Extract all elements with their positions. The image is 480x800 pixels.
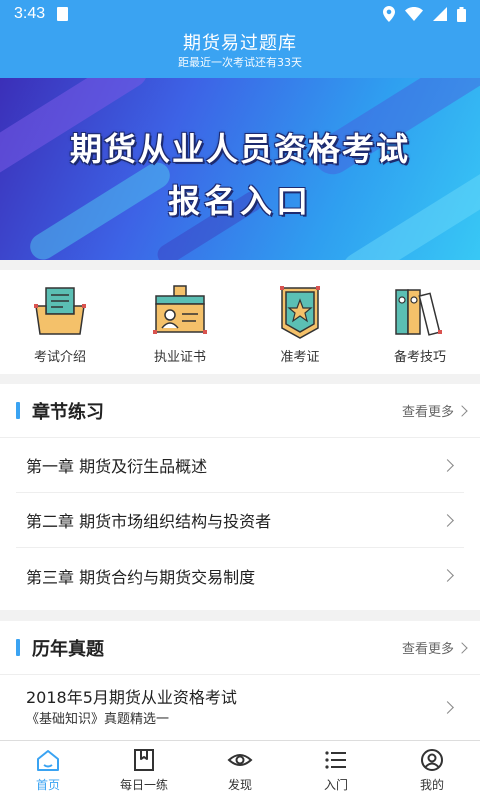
list-icon <box>325 751 346 769</box>
quick-entry-admission-ticket[interactable]: 准考证 <box>240 270 360 374</box>
location-icon <box>383 6 395 22</box>
exam-intro-icon <box>34 287 86 335</box>
view-more-label: 查看更多 <box>401 642 454 657</box>
chapter-item-label: 第三章 期货合约与期货交易制度 <box>26 567 256 587</box>
chevron-right-icon <box>456 404 468 417</box>
section-title: 章节练习 <box>32 401 104 423</box>
chapter-item[interactable]: 第二章 期货市场组织结构与投资者 <box>16 493 464 548</box>
past-exams-section: 历年真题 查看更多 2018年5月期货从业资格考试 《基础知识》真题精选一 <box>0 621 480 740</box>
exam-countdown: 距最近一次考试还有33天 <box>178 56 302 69</box>
chevron-right-icon <box>441 513 454 527</box>
banner-subtitle: 报名入口 <box>167 182 312 220</box>
status-icons <box>383 6 466 22</box>
eye-icon <box>227 754 253 766</box>
nav-label: 首页 <box>35 778 60 792</box>
nav-mine[interactable]: 我的 <box>384 741 480 800</box>
nav-label: 入门 <box>323 778 348 792</box>
view-more-label: 查看更多 <box>401 405 454 420</box>
banner-title: 期货从业人员资格考试 <box>69 130 410 168</box>
chevron-right-icon <box>441 569 454 582</box>
quick-entry-grid: 考试介绍 执业证书 准考证 备考技巧 <box>0 270 480 374</box>
past-exam-text: 2018年5月期货从业资格考试 《基础知识》真题精选一 <box>26 687 237 731</box>
user-icon <box>421 749 443 771</box>
chevron-right-icon <box>456 641 468 654</box>
chapter-practice-section: 章节练习 查看更多 第一章 期货及衍生品概述 第二章 期货市场组织结构与投资者 … <box>0 384 480 610</box>
quick-entry-label: 考试介绍 <box>33 350 86 365</box>
nav-daily-practice[interactable]: 每日一练 <box>96 741 192 800</box>
home-icon <box>37 750 59 771</box>
bookmark-book-icon <box>134 749 154 771</box>
quick-entry-label: 执业证书 <box>153 350 206 365</box>
status-bar: 3:43 <box>0 0 480 28</box>
nav-discover[interactable]: 发现 <box>192 741 288 800</box>
bottom-nav: 首页 每日一练 发现 入门 我的 <box>0 740 480 800</box>
chevron-right-icon <box>441 458 454 472</box>
study-tips-icon <box>395 289 442 336</box>
quick-entry-certificate[interactable]: 执业证书 <box>120 270 240 374</box>
nav-home[interactable]: 首页 <box>0 741 96 800</box>
view-more-button[interactable]: 查看更多 <box>401 401 468 420</box>
nav-intro[interactable]: 入门 <box>288 741 384 800</box>
page-title: 期货易过题库 <box>183 33 297 54</box>
signal-icon <box>433 7 447 21</box>
chevron-right-icon <box>441 701 454 714</box>
chapter-item[interactable]: 第三章 期货合约与期货交易制度 <box>16 548 464 603</box>
chapter-item-label: 第一章 期货及衍生品概述 <box>26 457 208 476</box>
nav-label: 我的 <box>419 778 444 792</box>
admission-ticket-icon <box>280 286 320 339</box>
section-title: 历年真题 <box>32 638 104 660</box>
section-header: 章节练习 查看更多 <box>0 384 480 438</box>
quick-entry-label: 备考技巧 <box>393 350 446 365</box>
battery-icon <box>457 6 466 22</box>
nav-label: 发现 <box>227 778 252 792</box>
registration-banner[interactable]: 期货从业人员资格考试 报名入口 <box>0 78 480 260</box>
quick-entry-exam-intro[interactable]: 考试介绍 <box>0 270 120 374</box>
app-header: 期货易过题库 距最近一次考试还有33天 <box>0 28 480 78</box>
quick-entry-label: 准考证 <box>280 350 320 365</box>
section-accent-bar <box>16 402 20 419</box>
view-more-button[interactable]: 查看更多 <box>401 638 468 657</box>
past-exam-title: 2018年5月期货从业资格考试 <box>26 688 237 707</box>
app-screen: 3:43 期货易过题库 距最近一次考试还有33天 期货从业人员资格考试 报名入口 <box>0 0 480 800</box>
chapter-item-label: 第二章 期货市场组织结构与投资者 <box>26 512 272 531</box>
status-time: 3:43 <box>14 5 46 22</box>
sd-card-icon <box>57 7 69 21</box>
section-header: 历年真题 查看更多 <box>0 621 480 675</box>
quick-entry-study-tips[interactable]: 备考技巧 <box>360 270 480 374</box>
nav-label: 每日一练 <box>119 778 168 792</box>
certificate-icon <box>153 285 207 334</box>
chapter-item[interactable]: 第一章 期货及衍生品概述 <box>16 438 464 493</box>
past-exam-item[interactable]: 2018年5月期货从业资格考试 《基础知识》真题精选一 <box>16 675 464 731</box>
wifi-icon <box>405 7 423 21</box>
past-exam-subtitle: 《基础知识》真题精选一 <box>26 712 170 727</box>
section-accent-bar <box>16 639 20 656</box>
